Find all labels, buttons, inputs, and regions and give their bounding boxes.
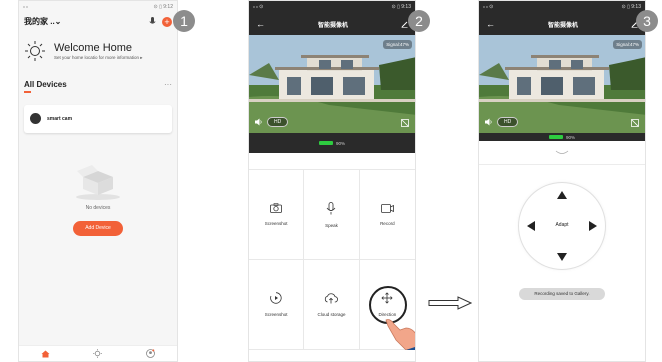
- transition-arrow-icon: [428, 296, 472, 310]
- speaker-icon[interactable]: [485, 118, 493, 126]
- camera-title: 智能摄像机: [317, 22, 348, 29]
- action-label: Direction: [378, 312, 397, 317]
- camera-device-icon: [30, 113, 41, 124]
- status-bar: ₗₗ ₗₗ ⊙ ▯ 9:12: [19, 1, 177, 13]
- cloud-icon: [325, 292, 339, 303]
- camera-screen: ₗₗ ₗₗ ⊙ ⊙ ▯ 9:13 ← 智能摄像机 Signal:47% HD 9…: [248, 0, 416, 362]
- ptz-panel: Adapt Recording saved to Gallery.: [479, 165, 645, 340]
- recording-saved-toast: Recording saved to Gallery.: [519, 288, 605, 300]
- signal-indicator: ₗₗ ₗₗ ⊙: [483, 4, 494, 10]
- signal-indicator: ₗₗ ₗₗ: [23, 4, 28, 10]
- all-devices-heading: All Devices: [24, 80, 67, 89]
- battery-bar: [318, 141, 333, 145]
- edit-icon[interactable]: [401, 21, 408, 28]
- battery-indicator: 90%: [479, 133, 645, 141]
- step-3-badge: 3: [636, 10, 658, 32]
- tab-underline: [24, 91, 31, 93]
- smart-icon[interactable]: [93, 349, 103, 358]
- status-time: ⊙ ▯ 9:13: [391, 4, 411, 10]
- action-grid: Screenshot Speak Record Screenshot Cloud…: [249, 169, 415, 350]
- direction-button[interactable]: Direction: [359, 260, 415, 350]
- battery-level: 90%: [335, 140, 345, 146]
- sun-icon: [25, 41, 45, 61]
- action-label: Screenshot: [264, 221, 288, 226]
- playback-icon: [270, 292, 282, 304]
- welcome-title: Welcome Home: [54, 41, 133, 54]
- back-arrow-icon[interactable]: ←: [486, 19, 495, 29]
- step-1-badge: 1: [173, 10, 195, 32]
- action-label: Cloud storage: [317, 311, 346, 317]
- status-bar: ₗₗ ₗₗ ⊙ ⊙ ▯ 9:13: [249, 1, 415, 13]
- action-label: Speak: [325, 222, 338, 228]
- pointing-hand-icon: [385, 319, 415, 350]
- status-bar: ₗₗ ₗₗ ⊙ ⊙ ▯ 9:13: [479, 1, 645, 13]
- video-icon: [380, 203, 394, 213]
- speaker-icon[interactable]: [255, 118, 263, 126]
- hd-toggle[interactable]: HD: [267, 117, 289, 127]
- signal-indicator: ₗₗ ₗₗ ⊙: [253, 4, 264, 10]
- arrow-down-icon[interactable]: [557, 253, 567, 261]
- action-label: Record: [380, 220, 395, 226]
- home-icon[interactable]: [41, 350, 50, 358]
- bottom-tab-bar: [19, 345, 177, 361]
- playback-button[interactable]: Screenshot: [249, 260, 305, 350]
- collapse-chevron-icon[interactable]: [555, 150, 569, 155]
- more-icon[interactable]: ···: [164, 80, 172, 89]
- welcome-subtitle[interactable]: Set your home locatio for more informati…: [54, 55, 143, 61]
- hd-toggle[interactable]: HD: [497, 117, 519, 127]
- battery-bar: [548, 135, 563, 139]
- back-arrow-icon[interactable]: ←: [256, 19, 265, 29]
- home-selector[interactable]: 我的家 ..⌄: [24, 16, 61, 27]
- arrow-up-icon[interactable]: [557, 191, 567, 199]
- step-2-badge: 2: [408, 10, 430, 32]
- no-device-text: No devices: [85, 204, 111, 211]
- microphone-icon[interactable]: [149, 17, 156, 26]
- microphone-icon: [327, 201, 336, 214]
- live-video-feed[interactable]: Signal:47% HD: [479, 35, 645, 133]
- fullscreen-icon[interactable]: [631, 119, 639, 127]
- cloud-storage-button[interactable]: Cloud storage: [304, 260, 360, 350]
- camera-icon: [270, 203, 283, 213]
- empty-box-icon: [76, 164, 120, 200]
- direction-control-screen: ₗₗ ₗₗ ⊙ ⊙ ▯ 9:13 ← 智能摄像机 Signal:47% HD 9…: [478, 0, 646, 362]
- battery-level: 90%: [565, 134, 575, 140]
- home-screen: ₗₗ ₗₗ ⊙ ▯ 9:12 我的家 ..⌄ + Welcome Home Se…: [18, 0, 178, 362]
- screenshot-button[interactable]: Screenshot: [249, 170, 305, 260]
- speak-button[interactable]: Speak: [304, 170, 360, 260]
- status-time: ⊙ ▯ 9:12: [153, 4, 173, 10]
- add-device-button[interactable]: Add Device: [73, 220, 123, 236]
- profile-icon[interactable]: [146, 349, 156, 358]
- fullscreen-icon[interactable]: [401, 119, 409, 127]
- signal-strength: Signal:47%: [613, 40, 642, 49]
- add-icon[interactable]: +: [162, 16, 172, 27]
- record-button[interactable]: Record: [359, 170, 415, 260]
- action-label: Screenshot: [264, 312, 288, 317]
- live-video-feed[interactable]: Signal:47% HD: [249, 35, 415, 133]
- battery-indicator: 90%: [249, 133, 415, 153]
- camera-title: 智能摄像机: [547, 22, 578, 29]
- device-name: smart cam: [47, 115, 73, 122]
- status-time: ⊙ ▯ 9:13: [621, 4, 641, 10]
- adapt-label[interactable]: Adapt: [519, 222, 605, 228]
- device-card[interactable]: smart cam: [24, 104, 172, 133]
- signal-strength: Signal:47%: [383, 40, 412, 49]
- direction-pad[interactable]: Adapt: [519, 183, 605, 269]
